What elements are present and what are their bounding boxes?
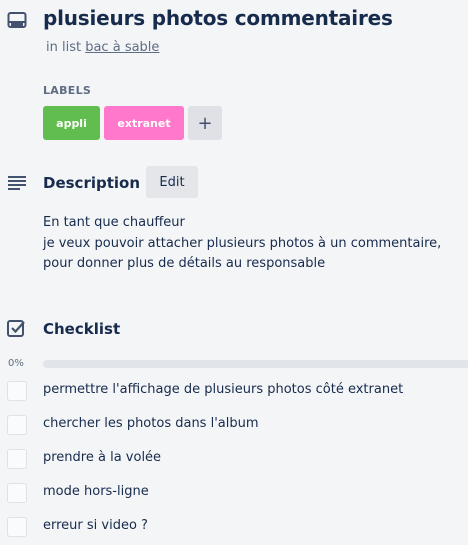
edit-description-button[interactable]: Edit [146,166,198,198]
add-label-button[interactable]: + [188,106,222,140]
in-list-prefix: in list [46,40,82,55]
checklist-heading: Checklist [43,320,121,338]
description-heading: Description [43,174,141,192]
description-text[interactable]: En tant que chauffeur je veux pouvoir at… [43,213,441,275]
checklist-item-checkbox[interactable] [7,415,27,435]
checklist-item-checkbox[interactable] [7,381,27,401]
list-link[interactable]: bac à sable [85,40,159,55]
checklist-item[interactable]: chercher les photos dans l'album [43,416,259,431]
checklist-item[interactable]: mode hors-ligne [43,484,149,499]
label-extranet[interactable]: extranet [104,106,184,140]
checklist-item-checkbox[interactable] [7,483,27,503]
description-line: pour donner plus de détails au responsab… [43,256,326,271]
checklist-item-checkbox[interactable] [7,517,27,537]
card-icon [7,10,27,30]
checklist-item[interactable]: erreur si video ? [43,518,148,533]
checklist-icon [7,319,27,337]
list-location: in list bac à sable [46,40,159,55]
description-icon [7,175,27,191]
checklist-item-checkbox[interactable] [7,449,27,469]
checklist-item[interactable]: prendre à la volée [43,450,161,465]
description-line: je veux pouvoir attacher plusieurs photo… [43,235,442,251]
labels-heading: LABELS [43,84,92,97]
label-appli[interactable]: appli [43,106,100,140]
description-line: En tant que chauffeur [43,215,185,230]
progress-percentage: 0% [8,358,24,369]
checklist-item[interactable]: permettre l'affichage de plusieurs photo… [43,382,403,397]
card-title[interactable]: plusieurs photos commentaires [43,6,393,30]
progress-bar [43,360,468,368]
